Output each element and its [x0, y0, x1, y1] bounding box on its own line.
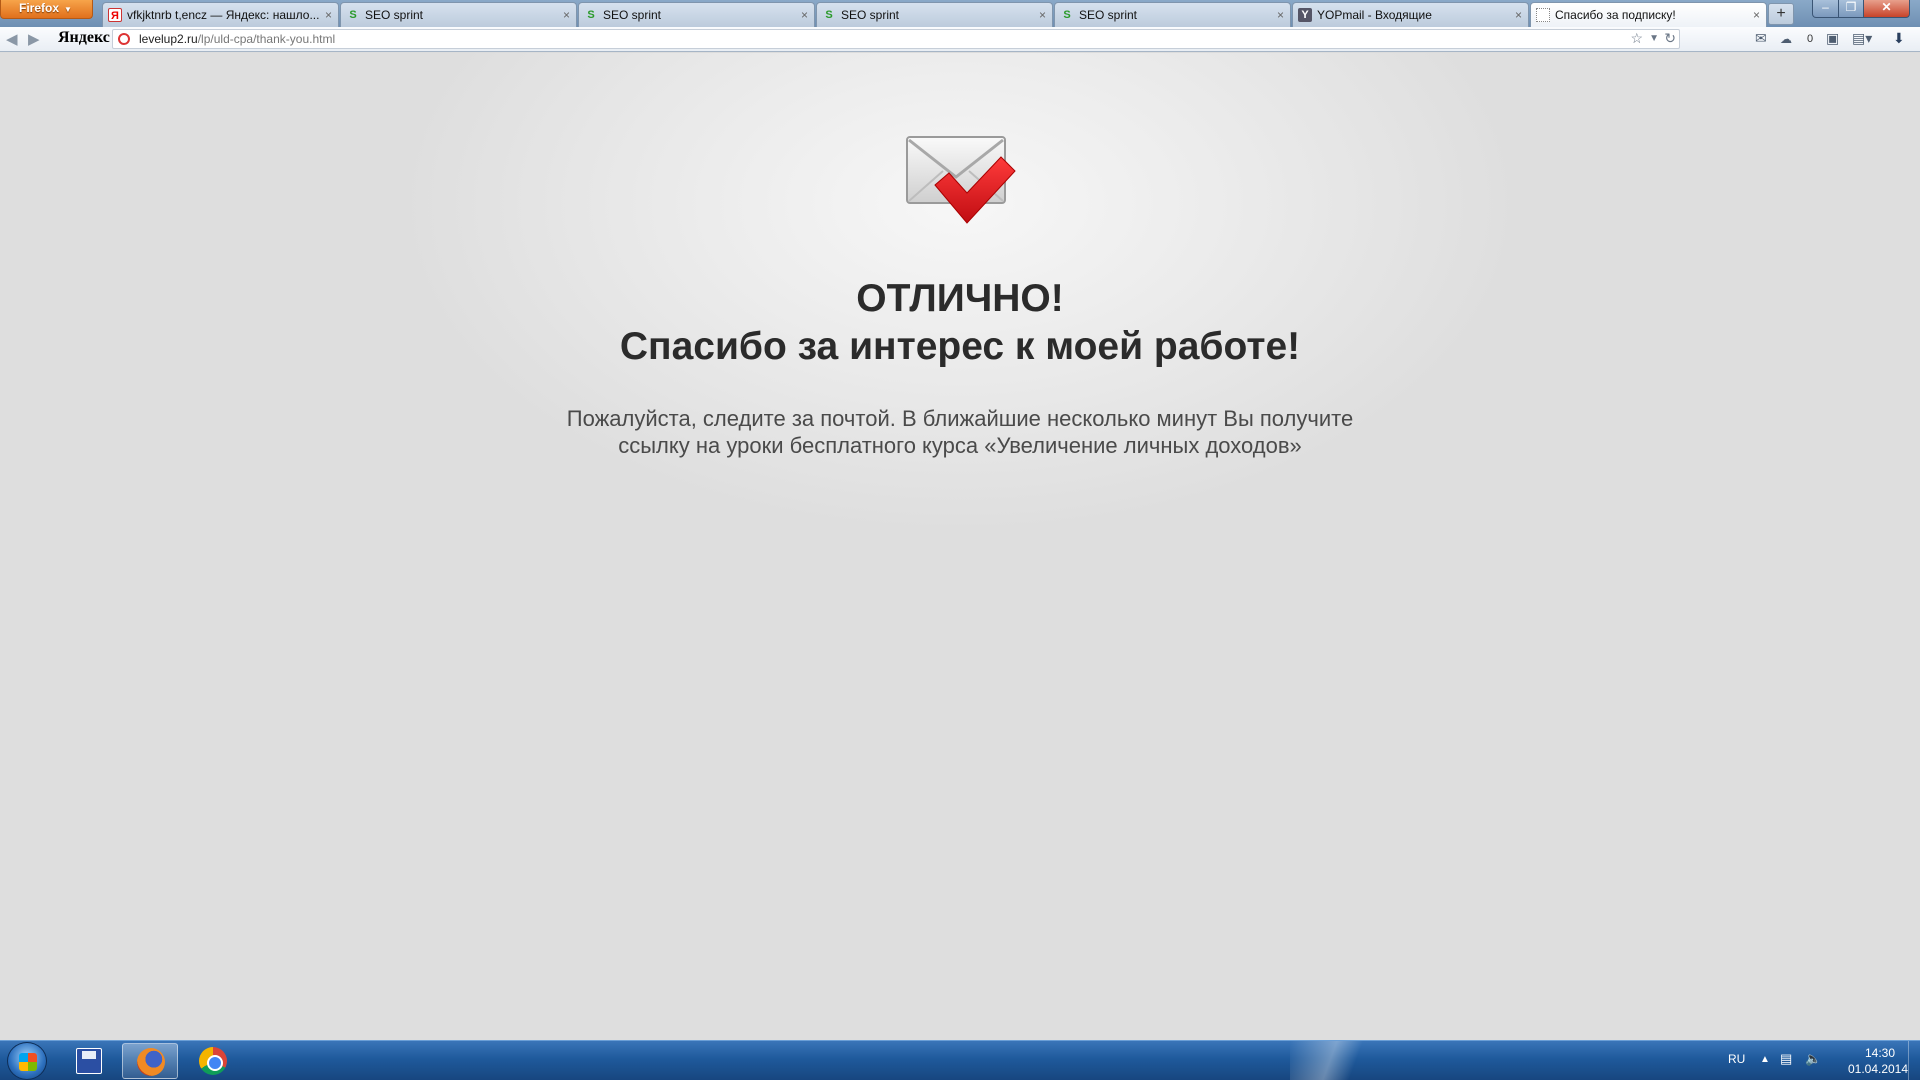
tab-yopmail[interactable]: Y YOPmail - Входящие ×: [1292, 2, 1529, 27]
navigation-toolbar: ◀ ▶ Яндекс levelup2.ru/lp/uld-cpa/thank-…: [0, 27, 1920, 52]
tab-title: vfkjktnrb t,encz — Яндекс: нашло...: [127, 8, 320, 22]
address-bar[interactable]: levelup2.ru/lp/uld-cpa/thank-you.html ☆ …: [112, 29, 1680, 49]
url-path: /lp/uld-cpa/thank-you.html: [197, 32, 336, 46]
weather-temperature[interactable]: 0: [1807, 33, 1813, 45]
window-close-button[interactable]: ✕: [1863, 0, 1910, 18]
close-icon[interactable]: ×: [1277, 3, 1284, 27]
minimize-button[interactable]: –: [1812, 0, 1839, 18]
page-headline: ОТЛИЧНО!: [856, 277, 1064, 320]
firefox-menu-button[interactable]: Firefox ▼: [0, 0, 93, 19]
reload-icon[interactable]: ↻: [1664, 30, 1676, 47]
forward-arrow-icon[interactable]: ▶: [28, 30, 40, 48]
url-text[interactable]: levelup2.ru/lp/uld-cpa/thank-you.html: [139, 32, 335, 46]
windows-taskbar: RU ▲ ▤ 🔈 14:30 01.04.2014: [0, 1040, 1920, 1080]
seosprint-icon: S: [1063, 9, 1071, 21]
message-line-2: ссылку на уроки бесплатного курса «Увели…: [618, 433, 1302, 458]
tab-thank-you[interactable]: Спасибо за подписку! ×: [1530, 2, 1767, 27]
page-message: Пожалуйста, следите за почтой. В ближайш…: [460, 405, 1460, 459]
windows-logo-icon: [19, 1053, 37, 1071]
tab-title: YOPmail - Входящие: [1317, 8, 1432, 22]
floppy-disk-icon: [76, 1048, 102, 1074]
close-icon[interactable]: ×: [563, 3, 570, 27]
tab-seo-sprint[interactable]: S SEO sprint ×: [816, 2, 1053, 27]
page-subheadline: Спасибо за интерес к моей работе!: [619, 325, 1301, 368]
seosprint-icon: S: [825, 9, 833, 21]
close-icon[interactable]: ×: [325, 3, 332, 27]
firefox-logo-icon: [137, 1048, 165, 1076]
restore-button[interactable]: ❐: [1838, 0, 1864, 18]
weather-cloud-icon[interactable]: ☁: [1780, 32, 1792, 46]
browser-titlebar: Firefox ▼ Я vfkjktnrb t,encz — Яндекс: на…: [0, 0, 1920, 27]
yandex-logo[interactable]: Яндекс: [58, 29, 110, 47]
close-icon[interactable]: ×: [801, 3, 808, 27]
tab-title: SEO sprint: [603, 8, 662, 22]
message-line-1: Пожалуйста, следите за почтой. В ближайш…: [566, 406, 1354, 431]
tab-seo-sprint[interactable]: S SEO sprint ×: [340, 2, 577, 27]
tab-title: SEO sprint: [365, 8, 424, 22]
taskbar-glare: [1290, 1041, 1380, 1080]
network-icon[interactable]: ▤: [1780, 1051, 1792, 1067]
chevron-down-icon[interactable]: ▼: [1649, 33, 1659, 44]
url-domain: levelup2.ru: [139, 32, 198, 46]
close-icon[interactable]: ×: [1753, 3, 1760, 27]
firefox-menu-label: Firefox: [19, 1, 60, 15]
seosprint-icon: S: [587, 9, 595, 21]
share-icon[interactable]: ▤▾: [1852, 30, 1872, 47]
chrome-logo-icon: [199, 1047, 227, 1075]
back-arrow-icon[interactable]: ◀: [6, 30, 18, 48]
start-button[interactable]: [7, 1042, 47, 1080]
download-icon[interactable]: ⬇: [1893, 30, 1905, 47]
mail-icon[interactable]: ✉: [1755, 30, 1767, 47]
language-indicator[interactable]: RU: [1728, 1052, 1745, 1066]
chrome-icon[interactable]: [184, 1043, 240, 1079]
yandex-icon: Я: [108, 8, 122, 22]
tab-title: SEO sprint: [1079, 8, 1138, 22]
firefox-icon[interactable]: [122, 1043, 178, 1079]
new-tab-button[interactable]: +: [1768, 3, 1794, 25]
save-icon[interactable]: [60, 1043, 116, 1079]
tab-yandex-search[interactable]: Я vfkjktnrb t,encz — Яндекс: нашло... ×: [102, 2, 339, 27]
seosprint-icon: S: [349, 9, 357, 21]
show-desktop-button[interactable]: [1908, 1041, 1920, 1080]
clock-time[interactable]: 14:30: [1850, 1046, 1910, 1060]
tray-expand-arrow-icon[interactable]: ▲: [1760, 1054, 1770, 1065]
blank-page-icon: [1536, 8, 1550, 22]
tab-seo-sprint[interactable]: S SEO sprint ×: [1054, 2, 1291, 27]
clock-date[interactable]: 01.04.2014: [1842, 1062, 1914, 1076]
yopmail-icon: Y: [1298, 8, 1312, 22]
site-identity-icon[interactable]: [118, 33, 130, 45]
tab-title: Спасибо за подписку!: [1555, 8, 1676, 22]
addon-icon[interactable]: ▣: [1826, 30, 1839, 47]
tab-seo-sprint[interactable]: S SEO sprint ×: [578, 2, 815, 27]
chevron-down-icon: ▼: [64, 5, 72, 14]
page-content: ОТЛИЧНО! Спасибо за интерес к моей работ…: [0, 53, 1920, 1040]
volume-icon[interactable]: 🔈: [1805, 1051, 1821, 1067]
close-icon[interactable]: ×: [1039, 3, 1046, 27]
close-icon[interactable]: ×: [1515, 3, 1522, 27]
tab-title: SEO sprint: [841, 8, 900, 22]
bookmark-star-icon[interactable]: ☆: [1630, 30, 1643, 47]
envelope-check-icon: [906, 136, 1016, 224]
